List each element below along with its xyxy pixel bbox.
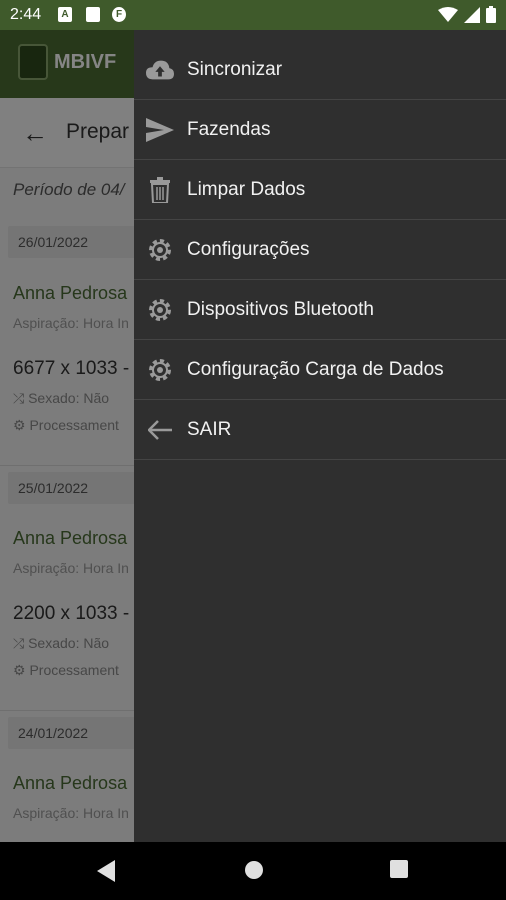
arrow-left-icon: [146, 416, 174, 444]
gear-icon: [146, 296, 174, 324]
app-notification-icon: F: [112, 7, 126, 22]
signal-icon: [464, 6, 480, 23]
system-nav-bar: [0, 842, 506, 900]
gear-icon: [146, 236, 174, 264]
menu-item-limpar-dados[interactable]: Limpar Dados: [134, 160, 506, 220]
gear-icon: [146, 356, 174, 384]
notification-a-icon: A: [58, 7, 72, 22]
status-time: 2:44: [10, 6, 42, 23]
menu-label: Fazendas: [187, 118, 271, 140]
menu-label: Configuração Carga de Dados: [187, 358, 444, 380]
menu-label: SAIR: [187, 418, 232, 440]
nav-back-icon[interactable]: [97, 860, 117, 882]
menu-item-configuracao-carga-de-dados[interactable]: Configuração Carga de Dados: [134, 340, 506, 400]
send-icon: [146, 116, 174, 144]
menu-label: Dispositivos Bluetooth: [187, 298, 374, 320]
menu-label: Sincronizar: [187, 58, 283, 80]
menu-item-sincronizar[interactable]: Sincronizar: [134, 40, 506, 100]
wifi-icon: [438, 6, 458, 22]
menu-item-fazendas[interactable]: Fazendas: [134, 100, 506, 160]
nav-recents-icon[interactable]: [390, 860, 408, 878]
status-bar: 2:44 A F: [0, 0, 506, 30]
menu-item-dispositivos-bluetooth[interactable]: Dispositivos Bluetooth: [134, 280, 506, 340]
menu-item-sair[interactable]: SAIR: [134, 400, 506, 460]
menu-label: Limpar Dados: [187, 178, 306, 200]
navigation-drawer: Sincronizar Fazendas Limpar Dados Config…: [134, 30, 506, 842]
trash-icon: [146, 176, 174, 204]
clipboard-icon: [86, 7, 100, 22]
menu-label: Configurações: [187, 238, 310, 260]
cloud-upload-icon: [146, 56, 174, 84]
nav-home-icon[interactable]: [244, 860, 264, 880]
battery-icon: [486, 6, 496, 23]
menu-item-configuracoes[interactable]: Configurações: [134, 220, 506, 280]
